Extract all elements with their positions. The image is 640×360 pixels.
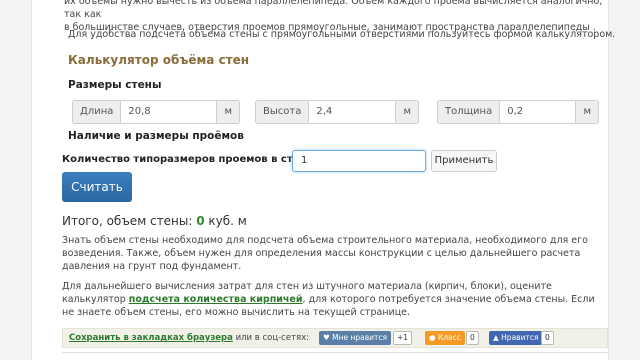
- ok-class-button[interactable]: ● Класс: [425, 331, 465, 345]
- thickness-input[interactable]: 0,2: [500, 101, 576, 123]
- calculator-title: Калькулятор объёма стен: [68, 53, 250, 67]
- apply-button[interactable]: Применить: [431, 150, 497, 172]
- height-label: Высота: [256, 101, 310, 123]
- vk-icon: ♥: [323, 333, 330, 342]
- result-value: 0: [196, 214, 205, 228]
- length-input[interactable]: 20,8: [121, 101, 217, 123]
- thickness-field-group: Толщина 0,2 м: [437, 100, 599, 124]
- fb-like-count: 0: [541, 331, 554, 345]
- result-line: Итого, объем стены: 0 куб. м: [62, 214, 247, 228]
- volume-explanation: Знать объем стены необходимо для подсчет…: [62, 235, 588, 272]
- height-unit: м: [395, 101, 418, 123]
- social-prompt: или в соц-сетях:: [235, 333, 310, 343]
- openings-title: Наличие и размеры проёмов: [68, 130, 244, 142]
- result-prefix: Итого, объем стены:: [62, 214, 193, 228]
- thickness-label: Толщина: [438, 101, 501, 123]
- ok-class-count: 0: [466, 331, 479, 345]
- length-label: Длина: [73, 101, 122, 123]
- ok-class-label: Класс: [437, 333, 461, 342]
- next-section-edge: [62, 352, 608, 360]
- left-rail: [0, 0, 32, 360]
- vk-like-button[interactable]: ♥ Мне нравится: [319, 331, 392, 345]
- openings-count-label: Количество типоразмеров проемов в стене: [62, 154, 314, 165]
- wall-size-title: Размеры стены: [68, 79, 162, 91]
- fb-like-label: Нравится: [501, 333, 539, 342]
- length-unit: м: [216, 101, 239, 123]
- vk-like-count: +1: [393, 331, 413, 345]
- height-field-group: Высота 2,4 м: [255, 100, 419, 124]
- length-field-group: Длина 20,8 м: [72, 100, 240, 124]
- cut-paragraph-line1: их объемы нужно вычесть из объема паралл…: [64, 0, 603, 20]
- intro-text: Для удобства подсчета объема стены с пря…: [68, 29, 616, 40]
- vk-like-label: Мне нравится: [332, 333, 388, 342]
- bookmark-link[interactable]: Сохранить в закладках браузера: [69, 333, 233, 343]
- bricks-calculator-link[interactable]: подсчета количества кирпичей: [129, 294, 303, 305]
- thickness-unit: м: [575, 101, 598, 123]
- ok-icon: ●: [429, 333, 436, 342]
- result-unit: куб. м: [208, 214, 247, 228]
- height-input[interactable]: 2,4: [309, 101, 396, 123]
- share-bar: Сохранить в закладках браузера или в соц…: [62, 328, 608, 348]
- right-rail: [608, 0, 640, 360]
- page: их объемы нужно вычесть из объема паралл…: [0, 0, 640, 360]
- openings-count-input[interactable]: 1: [292, 150, 426, 172]
- fb-thumb-icon: ▲: [493, 333, 499, 342]
- bricks-paragraph: Для дальнейшего вычисления затрат для ст…: [62, 280, 602, 319]
- fb-like-button[interactable]: ▲ Нравится: [489, 331, 543, 345]
- calculate-button[interactable]: Считать: [62, 172, 132, 202]
